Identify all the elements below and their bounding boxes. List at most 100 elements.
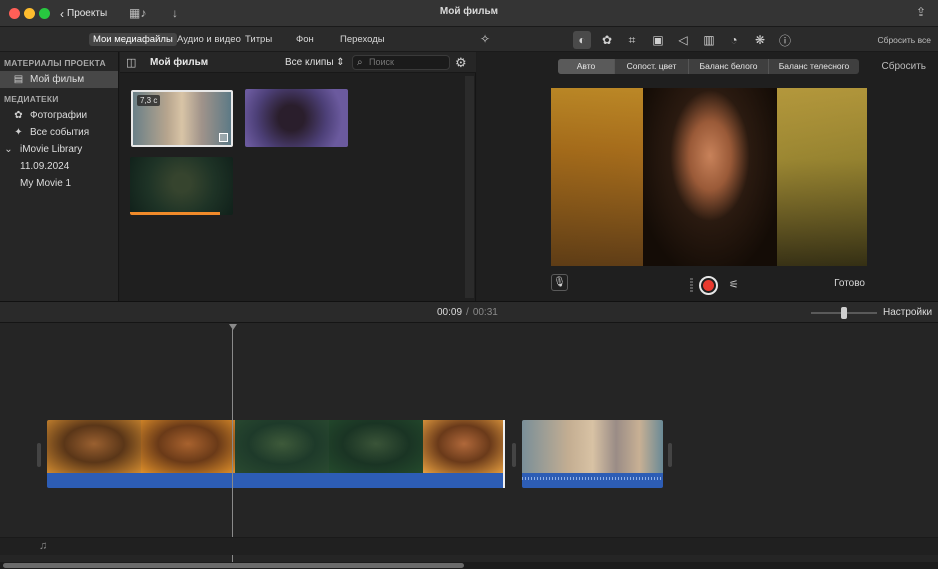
sidebar-item-label: 11.09.2024 — [20, 161, 70, 172]
window-title: Мой фильм — [439, 6, 499, 17]
done-button[interactable]: Готово — [834, 278, 865, 289]
clip-frame — [616, 420, 663, 473]
sidebar-item-label: Все события — [30, 127, 90, 138]
libraries-header: МЕДИАТЕКИ — [4, 94, 59, 104]
segment-skin-tone-balance[interactable]: Баланс телесного — [769, 59, 859, 74]
tab-audio-video[interactable]: Аудио и видео — [173, 33, 245, 46]
clips-filter-label: Все клипы — [285, 57, 334, 68]
clip-thumbnail[interactable]: 7,3 с — [131, 90, 233, 147]
audio-level-meter — [690, 278, 693, 292]
clip-frame — [141, 420, 235, 473]
timeline-settings-button[interactable]: Настройки — [883, 307, 932, 318]
speed-icon[interactable]: ◔ — [725, 31, 743, 49]
sidebar-item-label: iMovie Library — [20, 144, 83, 155]
stabilization-icon[interactable]: ▣ — [649, 31, 667, 49]
timecode: 00:09/00:31 — [437, 307, 498, 318]
clip-frame — [569, 420, 616, 473]
clip-trim-handle[interactable] — [512, 443, 516, 467]
tab-transitions[interactable]: Переходы — [336, 33, 389, 46]
sidebar-item-my-movie[interactable]: ▤ Мой фильм — [0, 71, 118, 88]
title-bar: ‹ Проекты ▦♪ ↓ Мой фильм ⇪ — [0, 0, 938, 27]
browser-header: ◫ Мой фильм Все клипы ⇕ ⌕ Поиск ⚙ — [120, 52, 476, 73]
filter-icon[interactable]: ❋ — [751, 31, 769, 49]
top-toolbar: Мои медиафайлы Аудио и видео Титры Фон П… — [0, 27, 938, 52]
segment-match-color[interactable]: Сопост. цвет — [615, 59, 689, 74]
video-preview — [551, 88, 867, 266]
clip-frame — [423, 420, 505, 473]
clip-trim-handle[interactable] — [668, 443, 672, 467]
clip-thumbnail[interactable] — [130, 157, 233, 215]
clip-audio-track — [47, 473, 505, 488]
sidebar-item-event-date[interactable]: 11.09.2024 — [0, 158, 118, 175]
timeline-scroll-thumb[interactable] — [3, 563, 464, 568]
search-placeholder: Поиск — [369, 57, 394, 67]
clip-frame — [522, 420, 569, 473]
media-browser: ◫ Мой фильм Все клипы ⇕ ⌕ Поиск ⚙ 7,3 с — [120, 52, 476, 301]
color-balance-segmented-control: Авто Сопост. цвет Баланс белого Баланс т… — [558, 59, 859, 74]
color-correction-icon[interactable]: ✿ — [598, 31, 616, 49]
playhead[interactable] — [232, 329, 233, 565]
star-icon: ✦ — [14, 127, 23, 138]
clip-duration-badge: 7,3 с — [137, 95, 161, 106]
volume-icon[interactable]: ◁ — [674, 31, 692, 49]
reset-button[interactable]: Сбросить — [882, 61, 926, 72]
search-icon: ⌕ — [357, 57, 363, 68]
timeline-scrollbar[interactable] — [0, 562, 938, 569]
sidebar-item-imovie-library[interactable]: ⌄ iMovie Library — [0, 141, 118, 158]
sidebar-item-label: My Movie 1 — [20, 178, 72, 189]
preview-subject — [643, 88, 777, 266]
browser-scrollbar[interactable] — [465, 76, 474, 298]
tab-titles[interactable]: Титры — [241, 33, 276, 46]
current-time: 00:09 — [437, 307, 463, 318]
sidebar-item-label: Мой фильм — [30, 74, 85, 85]
timeline: ♫ — [0, 323, 938, 569]
sidebar-item-my-movie-1[interactable]: My Movie 1 — [0, 175, 118, 192]
crop-icon[interactable]: ⌗ — [623, 31, 641, 49]
playhead-marker[interactable] — [229, 324, 237, 330]
chevron-down-icon[interactable]: ⌄ — [3, 144, 14, 155]
photos-icon: ✿ — [14, 110, 23, 121]
clip-thumbnail[interactable] — [245, 89, 348, 147]
share-icon[interactable]: ⇪ — [916, 5, 926, 19]
magic-wand-icon[interactable]: ✧ — [480, 32, 490, 46]
film-icon: ▤ — [13, 74, 24, 85]
clip-frame — [329, 420, 423, 473]
timecode-separator: / — [466, 307, 469, 318]
record-button[interactable] — [699, 276, 718, 295]
clip-frame — [47, 420, 141, 473]
clip-trim-handle[interactable] — [37, 443, 41, 467]
timeline-clip[interactable] — [47, 420, 505, 488]
timeline-header: 00:09/00:31 Настройки — [0, 301, 938, 323]
clip-used-range-bar — [130, 212, 220, 215]
info-icon[interactable]: ⓘ — [776, 31, 794, 49]
sidebar-item-photos[interactable]: ✿ Фотографии — [0, 107, 118, 124]
segment-auto[interactable]: Авто — [558, 59, 615, 74]
viewer: Авто Сопост. цвет Баланс белого Баланс т… — [477, 52, 938, 301]
record-settings-icon[interactable]: ⚟ — [729, 278, 739, 291]
sidebar-toggle-icon[interactable]: ◫ — [126, 56, 136, 69]
music-track[interactable]: ♫ — [0, 537, 938, 555]
timeline-clip[interactable] — [522, 420, 663, 488]
timeline-zoom-knob[interactable] — [841, 307, 847, 319]
reset-all-button[interactable]: Сбросить все — [877, 35, 931, 45]
browser-title: Мой фильм — [150, 57, 209, 68]
music-note-icon: ♫ — [39, 540, 48, 552]
clip-frame — [235, 420, 329, 473]
tab-my-media[interactable]: Мои медиафайлы — [89, 33, 177, 46]
search-input[interactable]: ⌕ Поиск — [352, 55, 450, 70]
gear-icon[interactable]: ⚙ — [455, 55, 467, 71]
clip-audio-waveform — [522, 473, 663, 488]
segment-white-balance[interactable]: Баланс белого — [689, 59, 769, 74]
clips-filter-select[interactable]: Все клипы ⇕ — [285, 57, 345, 68]
project-media-header: МАТЕРИАЛЫ ПРОЕКТА — [4, 58, 106, 68]
noise-reduction-icon[interactable]: ▥ — [700, 31, 718, 49]
skimmer-line — [503, 420, 505, 488]
microphone-icon[interactable]: 🎙 — [551, 274, 568, 291]
libraries-sidebar: МАТЕРИАЛЫ ПРОЕКТА ▤ Мой фильм МЕДИАТЕКИ … — [0, 52, 119, 301]
sidebar-item-label: Фотографии — [30, 110, 88, 121]
sidebar-item-all-events[interactable]: ✦ Все события — [0, 124, 118, 141]
clip-corner-icon — [219, 133, 228, 142]
color-balance-icon[interactable]: ◐ — [573, 31, 591, 49]
total-time: 00:31 — [472, 307, 498, 318]
tab-backgrounds[interactable]: Фон — [292, 33, 318, 46]
